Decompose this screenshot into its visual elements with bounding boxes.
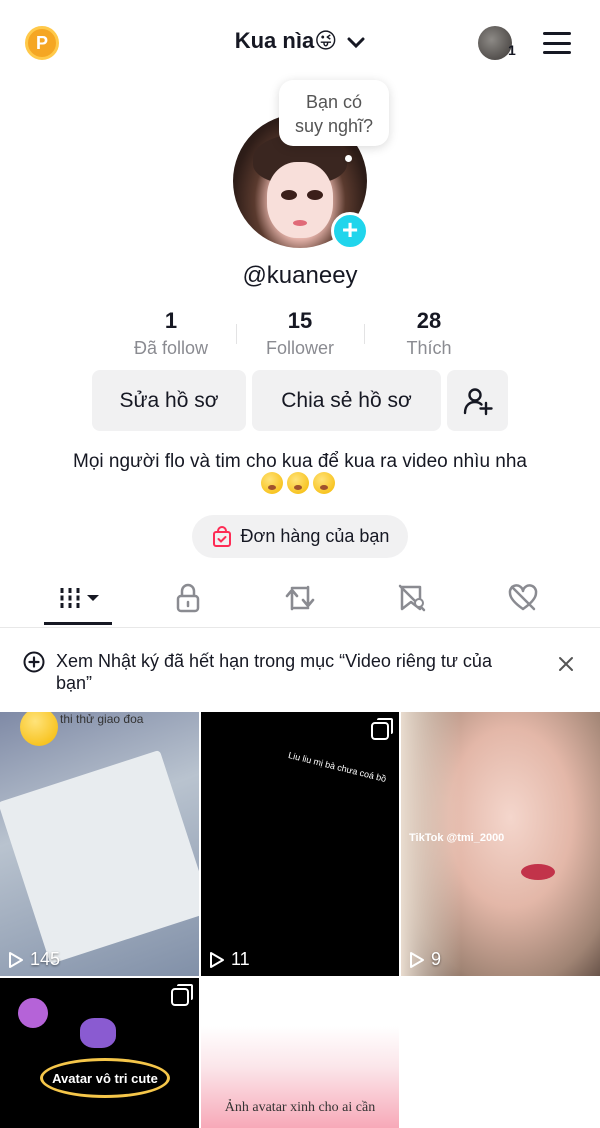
- video-grid: thi thử giao đoa 145 Liu liu mị bà chưa …: [0, 712, 600, 1128]
- tab-liked[interactable]: [503, 580, 543, 616]
- video-thumbnail[interactable]: TikTok @tmi_2000 9: [401, 712, 600, 976]
- play-icon: [210, 951, 224, 968]
- video-thumbnail[interactable]: Ảnh avatar xinh cho ai cần: [201, 978, 399, 1128]
- add-person-icon: [463, 387, 493, 415]
- tab-reposts[interactable]: [280, 580, 320, 616]
- username: @kuaneey: [242, 262, 358, 289]
- lock-icon: [176, 583, 200, 613]
- profile-bio: Mọi người flo và tim cho kua để kua ra v…: [73, 451, 527, 472]
- following-stat[interactable]: 1 Đã follow: [116, 308, 226, 359]
- share-profile-button[interactable]: Chia sẻ hồ sơ: [252, 370, 441, 431]
- play-icon: [410, 951, 424, 968]
- view-count: 11: [209, 949, 250, 970]
- video-thumbnail[interactable]: Avatar vô tri cute: [0, 978, 199, 1128]
- play-icon: [9, 951, 23, 968]
- add-friend-button[interactable]: [447, 370, 508, 431]
- thought-bubble[interactable]: Bạn có suy nghĩ?: [279, 80, 389, 146]
- likes-stat[interactable]: 28 Thích: [374, 308, 484, 359]
- favorites-icon: [398, 584, 426, 612]
- friends-count: 1: [508, 42, 516, 58]
- video-thumbnail[interactable]: Liu liu mị bà chưa coá bồ 11: [201, 712, 399, 976]
- chevron-down-icon: [347, 29, 365, 55]
- expired-stories-notice[interactable]: Xem Nhật ký đã hết hạn trong mục “Video …: [0, 632, 600, 708]
- tab-videos[interactable]: [58, 580, 102, 616]
- tab-active-indicator: [44, 622, 112, 625]
- liked-icon: [508, 584, 538, 611]
- tab-favorites[interactable]: [392, 580, 432, 616]
- content-tabs: [0, 572, 600, 628]
- top-bar: P Kua nìa😜 1: [0, 0, 600, 86]
- add-story-icon: [23, 651, 45, 673]
- photo-carousel-icon: [371, 718, 393, 740]
- kissing-emoji-icon: [313, 472, 335, 494]
- bio-emojis: [261, 472, 335, 494]
- repost-icon: [285, 585, 315, 611]
- edit-profile-button[interactable]: Sửa hồ sơ: [92, 370, 246, 431]
- add-story-button[interactable]: +: [331, 212, 369, 250]
- shopping-bag-icon: [212, 525, 231, 547]
- orders-button[interactable]: Đơn hàng của bạn: [192, 515, 408, 558]
- video-thumbnail[interactable]: thi thử giao đoa 145: [0, 712, 199, 976]
- friends-avatar[interactable]: [478, 26, 512, 60]
- view-count: 145: [8, 949, 60, 970]
- account-title: Kua nìa😜: [234, 28, 338, 53]
- profile-stats: 1 Đã follow 15 Follower 28 Thích: [0, 308, 600, 364]
- tab-private[interactable]: [168, 580, 208, 616]
- menu-icon[interactable]: [543, 32, 571, 54]
- photo-carousel-icon: [171, 984, 193, 1006]
- followers-stat[interactable]: 15 Follower: [245, 308, 355, 359]
- kissing-emoji-icon: [261, 472, 283, 494]
- kissing-emoji-icon: [287, 472, 309, 494]
- videos-grid-icon: [60, 588, 99, 608]
- close-icon[interactable]: [556, 654, 576, 674]
- view-count: 9: [409, 949, 441, 970]
- bubble-tail: [345, 155, 352, 162]
